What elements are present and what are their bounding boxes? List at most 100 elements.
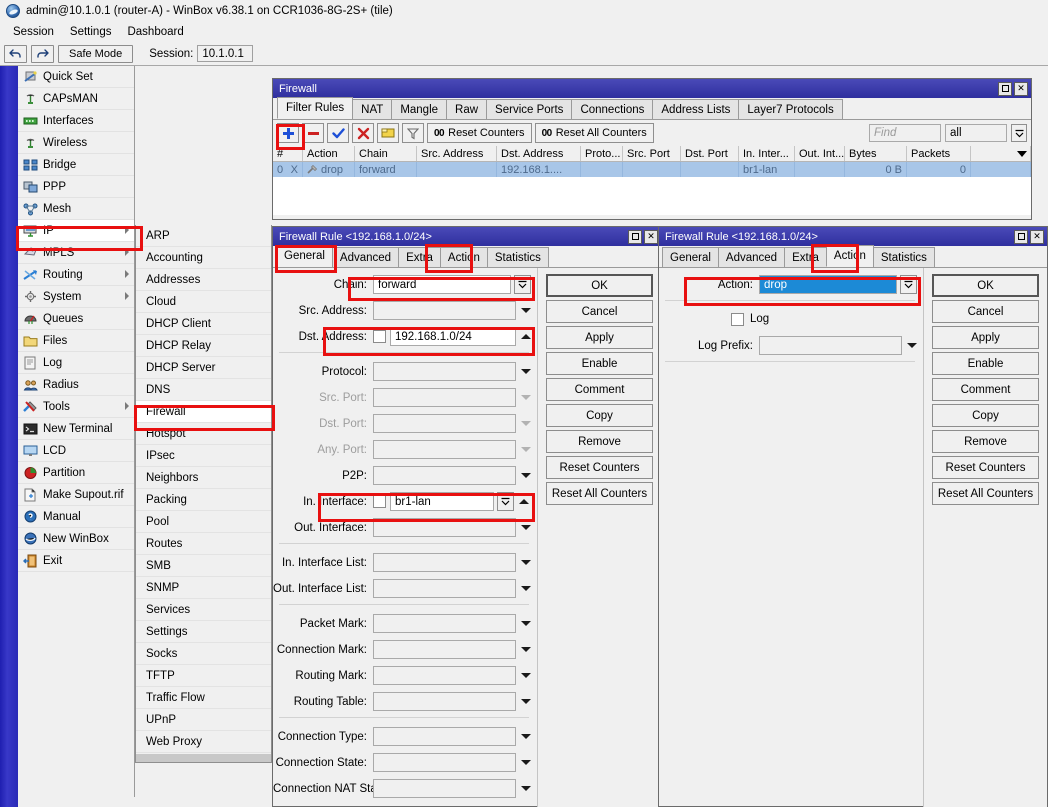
- main-menu-item-queues[interactable]: Queues: [18, 308, 134, 330]
- rule-button-reset-all-counters[interactable]: Reset All Counters: [932, 482, 1039, 505]
- field-caret-icon-routing-mark[interactable]: [521, 666, 531, 685]
- rule-button-cancel[interactable]: Cancel: [546, 300, 653, 323]
- ip-submenu-item-upnp[interactable]: UPnP: [136, 709, 271, 731]
- field-input-any-port[interactable]: [373, 440, 516, 459]
- ip-submenu-item-snmp[interactable]: SNMP: [136, 577, 271, 599]
- action-dropdown-button[interactable]: [900, 275, 917, 294]
- rule-tab-general[interactable]: General: [662, 247, 719, 267]
- firewall-column-header[interactable]: Proto...: [581, 146, 623, 161]
- ip-submenu-item-routes[interactable]: Routes: [136, 533, 271, 555]
- rule-tab-advanced[interactable]: Advanced: [331, 247, 400, 267]
- field-caret-icon-connection-nat-state[interactable]: [521, 779, 531, 798]
- ip-submenu-item-firewall[interactable]: Firewall: [136, 401, 271, 423]
- firewall-column-header[interactable]: Src. Address: [417, 146, 497, 161]
- field-input-connection-type[interactable]: [373, 727, 516, 746]
- ip-submenu-item-smb[interactable]: SMB: [136, 555, 271, 577]
- ip-submenu-item-arp[interactable]: ARP: [136, 225, 271, 247]
- ip-submenu-item-dns[interactable]: DNS: [136, 379, 271, 401]
- rule-button-ok[interactable]: OK: [932, 274, 1039, 297]
- main-menu-item-radius[interactable]: Radius: [18, 374, 134, 396]
- field-input-connection-mark[interactable]: [373, 640, 516, 659]
- field-caret-icon-connection-type[interactable]: [521, 727, 531, 746]
- field-input-protocol[interactable]: [373, 362, 516, 381]
- field-caret-icon-dst-port[interactable]: [521, 414, 531, 433]
- field-caret-icon-src-address[interactable]: [521, 301, 531, 320]
- checkmark-enable-icon[interactable]: [327, 123, 349, 143]
- maximize-icon[interactable]: [998, 81, 1012, 96]
- main-menu-item-tools[interactable]: Tools: [18, 396, 134, 418]
- comment-note-icon[interactable]: [377, 123, 399, 143]
- ip-submenu-item-services[interactable]: Services: [136, 599, 271, 621]
- firewall-column-header[interactable]: In. Inter...: [739, 146, 795, 161]
- maximize-icon[interactable]: [628, 229, 642, 244]
- action-select-value[interactable]: drop: [759, 275, 897, 294]
- field-input-connection-state[interactable]: [373, 753, 516, 772]
- firewall-column-header[interactable]: Packets: [907, 146, 971, 161]
- field-collapse-icon-in-interface[interactable]: [517, 492, 531, 511]
- maximize-icon[interactable]: [1014, 229, 1028, 244]
- field-caret-icon-p2p[interactable]: [521, 466, 531, 485]
- safe-mode-button[interactable]: Safe Mode: [58, 44, 134, 63]
- ip-submenu-item-dhcp-relay[interactable]: DHCP Relay: [136, 335, 271, 357]
- field-caret-icon-any-port[interactable]: [521, 440, 531, 459]
- field-caret-icon-in-interface-list[interactable]: [521, 553, 531, 572]
- menu-settings[interactable]: Settings: [63, 24, 119, 40]
- firewall-column-header[interactable]: Chain: [355, 146, 417, 161]
- ip-submenu-item-dhcp-server[interactable]: DHCP Server: [136, 357, 271, 379]
- field-negate-checkbox-dst-address[interactable]: [373, 330, 386, 343]
- rule-tab-action[interactable]: Action: [825, 245, 874, 267]
- field-caret-icon-connection-mark[interactable]: [521, 640, 531, 659]
- field-dropdown-button-chain[interactable]: [514, 275, 531, 294]
- field-caret-icon-out-interface[interactable]: [521, 518, 531, 537]
- field-input-routing-mark[interactable]: [373, 666, 516, 685]
- ip-submenu-item-cloud[interactable]: Cloud: [136, 291, 271, 313]
- table-row[interactable]: 0 Xdrop forward 192.168.1.... br1-lan 0 B0: [273, 162, 1031, 177]
- filter-scope-select[interactable]: all: [945, 124, 1007, 142]
- firewall-column-header[interactable]: Dst. Address: [497, 146, 581, 161]
- field-input-packet-mark[interactable]: [373, 614, 516, 633]
- log-checkbox[interactable]: [731, 312, 744, 326]
- reset-all-counters-button[interactable]: 00 Reset All Counters: [534, 123, 654, 143]
- ip-submenu-item-ipsec[interactable]: IPsec: [136, 445, 271, 467]
- session-value[interactable]: 10.1.0.1: [197, 45, 254, 62]
- rule-button-enable[interactable]: Enable: [932, 352, 1039, 375]
- rule-tab-extra[interactable]: Extra: [784, 247, 827, 267]
- field-input-in-interface-list[interactable]: [373, 553, 516, 572]
- close-icon[interactable]: ✕: [1014, 81, 1028, 96]
- ip-submenu-item-dhcp-client[interactable]: DHCP Client: [136, 313, 271, 335]
- log-prefix-input[interactable]: [759, 336, 902, 355]
- main-menu-item-files[interactable]: Files: [18, 330, 134, 352]
- rule-button-remove[interactable]: Remove: [546, 430, 653, 453]
- rule-button-copy[interactable]: Copy: [546, 404, 653, 427]
- rule-button-apply[interactable]: Apply: [932, 326, 1039, 349]
- ip-submenu-item-socks[interactable]: Socks: [136, 643, 271, 665]
- field-caret-icon-packet-mark[interactable]: [521, 614, 531, 633]
- rule-tab-general[interactable]: General: [276, 245, 333, 267]
- firewall-column-header[interactable]: #: [273, 146, 303, 161]
- firewall-tab-layer7-protocols[interactable]: Layer7 Protocols: [738, 99, 843, 119]
- main-menu-item-quick-set[interactable]: Quick Set: [18, 66, 134, 88]
- ip-submenu-item-addresses[interactable]: Addresses: [136, 269, 271, 291]
- firewall-column-header[interactable]: Src. Port: [623, 146, 681, 161]
- field-caret-icon-protocol[interactable]: [521, 362, 531, 381]
- main-menu-item-new-terminal[interactable]: New Terminal: [18, 418, 134, 440]
- ip-submenu-item-packing[interactable]: Packing: [136, 489, 271, 511]
- funnel-filter-icon[interactable]: [402, 123, 424, 143]
- rule-button-remove[interactable]: Remove: [932, 430, 1039, 453]
- firewall-tab-filter-rules[interactable]: Filter Rules: [277, 97, 354, 119]
- ip-submenu-item-pool[interactable]: Pool: [136, 511, 271, 533]
- firewall-tab-connections[interactable]: Connections: [571, 99, 654, 119]
- field-input-dst-port[interactable]: [373, 414, 516, 433]
- field-input-src-address[interactable]: [373, 301, 516, 320]
- firewall-column-header[interactable]: Bytes: [845, 146, 907, 161]
- main-menu-item-exit[interactable]: Exit: [18, 550, 134, 572]
- main-menu-item-mesh[interactable]: Mesh: [18, 198, 134, 220]
- plus-add-icon[interactable]: [277, 123, 299, 143]
- main-menu-item-routing[interactable]: Routing: [18, 264, 134, 286]
- log-prefix-caret-icon[interactable]: [907, 336, 917, 355]
- main-menu-item-ip[interactable]: IP: [18, 220, 134, 242]
- redo-arrow-icon[interactable]: [31, 44, 54, 63]
- find-input[interactable]: Find: [869, 124, 941, 142]
- main-menu-item-partition[interactable]: Partition: [18, 462, 134, 484]
- field-input-p2p[interactable]: [373, 466, 516, 485]
